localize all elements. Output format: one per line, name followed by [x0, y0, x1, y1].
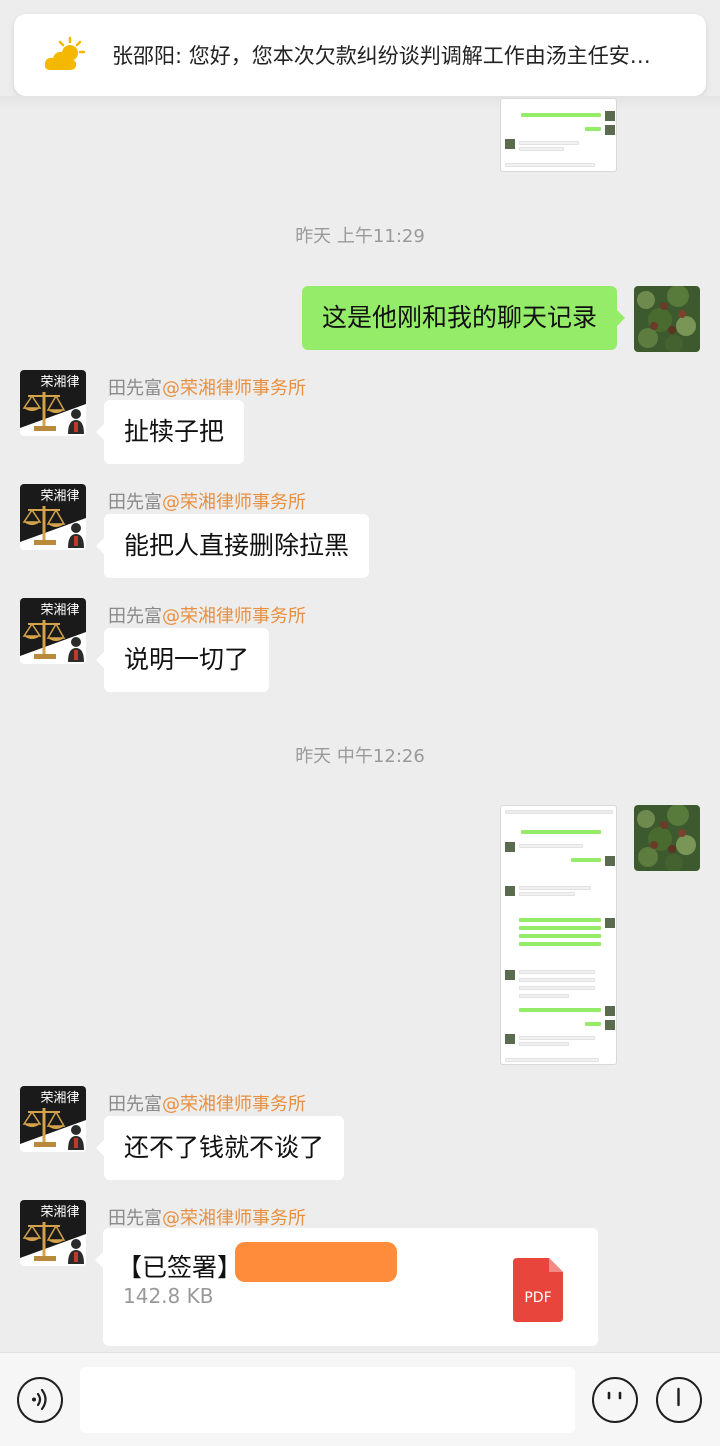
- file-size: 142.8 KB: [123, 1284, 214, 1308]
- message-input[interactable]: [80, 1367, 575, 1433]
- voice-wave-glyph: [32, 1388, 47, 1411]
- my-avatar[interactable]: [634, 805, 700, 871]
- sender-org: @荣湘律师事务所: [162, 1094, 306, 1115]
- voice-icon[interactable]: [17, 1377, 63, 1423]
- law-firm-logo-image: 荣湘律: [20, 1086, 86, 1152]
- incoming-message[interactable]: 说明一切了: [95, 628, 270, 692]
- sender-name: 田先富: [108, 1208, 162, 1229]
- sender-name: 田先富: [108, 1094, 162, 1115]
- sender-label: 田先富@荣湘律师事务所: [108, 1204, 306, 1230]
- svg-text:荣湘律: 荣湘律: [40, 1091, 79, 1106]
- incoming-message[interactable]: 还不了钱就不谈了: [95, 1116, 345, 1180]
- svg-text:荣湘律: 荣湘律: [40, 603, 79, 618]
- file-message[interactable]: 【已签署】 142.8 KB PDF: [95, 1228, 598, 1346]
- plus-glyph: [677, 1387, 680, 1407]
- law-firm-logo-image: 荣湘律: [20, 484, 86, 550]
- sender-label: 田先富@荣湘律师事务所: [108, 1090, 306, 1116]
- outgoing-message[interactable]: 这是他刚和我的聊天记录: [301, 286, 626, 350]
- plus-icon[interactable]: [656, 1377, 702, 1423]
- lawyer-avatar[interactable]: 荣湘律: [20, 484, 86, 550]
- sender-org: @荣湘律师事务所: [162, 1208, 306, 1229]
- redacted-filename: [235, 1242, 397, 1282]
- timestamp: 昨天 中午12:26: [295, 746, 425, 767]
- avatar-image: [634, 286, 700, 352]
- sender-name: 田先富: [108, 378, 162, 399]
- my-avatar[interactable]: [634, 286, 700, 352]
- sender-name: 田先富: [108, 492, 162, 513]
- pdf-file-icon: PDF: [513, 1258, 563, 1322]
- emoji-face-glyph: [607, 1391, 622, 1400]
- law-firm-logo-image: 荣湘律: [20, 1200, 86, 1266]
- input-bar: [0, 1352, 720, 1446]
- notification-text: 张邵阳: 您好，您本次欠款纠纷谈判调解工作由汤主任安…: [112, 44, 651, 68]
- incoming-message[interactable]: 能把人直接删除拉黑: [95, 514, 370, 578]
- timestamp: 昨天 上午11:29: [295, 226, 425, 247]
- file-type-label: PDF: [524, 1290, 551, 1306]
- law-firm-logo-image: 荣湘律: [20, 598, 86, 664]
- lawyer-avatar[interactable]: 荣湘律: [20, 1086, 86, 1152]
- notification-banner[interactable]: 张邵阳: 您好，您本次欠款纠纷谈判调解工作由汤主任安…: [14, 14, 706, 96]
- sun-cloud-icon: [44, 36, 86, 70]
- avatar-image: [634, 805, 700, 871]
- svg-text:荣湘律: 荣湘律: [40, 375, 79, 390]
- sender-org: @荣湘律师事务所: [162, 606, 306, 627]
- svg-text:荣湘律: 荣湘律: [40, 489, 79, 504]
- chat-screenshot-image-2[interactable]: [500, 805, 617, 1065]
- lawyer-avatar[interactable]: 荣湘律: [20, 370, 86, 436]
- sender-org: @荣湘律师事务所: [162, 492, 306, 513]
- sender-label: 田先富@荣湘律师事务所: [108, 602, 306, 628]
- incoming-message[interactable]: 扯犊子把: [95, 400, 245, 464]
- law-firm-logo-image: 荣湘律: [20, 370, 86, 436]
- emoji-icon[interactable]: [592, 1377, 638, 1423]
- chat-screenshot-image-1[interactable]: [500, 98, 617, 172]
- svg-text:荣湘律: 荣湘律: [40, 1205, 79, 1220]
- file-title: 【已签署】: [117, 1253, 243, 1282]
- lawyer-avatar[interactable]: 荣湘律: [20, 1200, 86, 1266]
- sender-name: 田先富: [108, 606, 162, 627]
- sender-label: 田先富@荣湘律师事务所: [108, 374, 306, 400]
- lawyer-avatar[interactable]: 荣湘律: [20, 598, 86, 664]
- sender-label: 田先富@荣湘律师事务所: [108, 488, 306, 514]
- sender-org: @荣湘律师事务所: [162, 378, 306, 399]
